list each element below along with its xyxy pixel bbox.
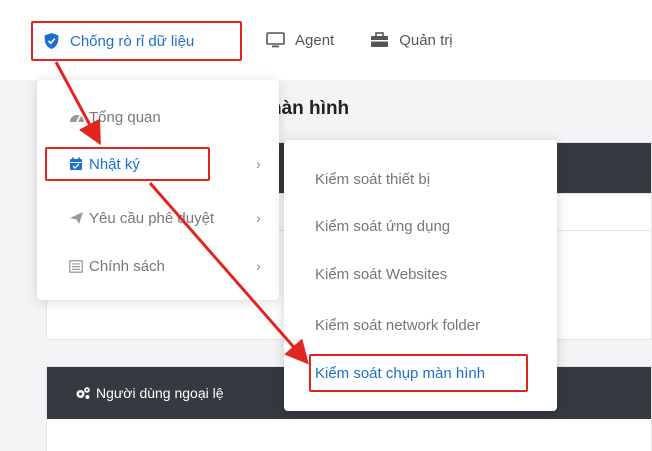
dashboard-icon — [69, 110, 85, 124]
menu-item-approval-requests[interactable]: Yêu cầu phê duyệt › — [37, 203, 279, 233]
briefcase-icon — [371, 32, 389, 47]
page-title: hàn hình — [270, 98, 350, 119]
menu-item-label: Nhật ký — [89, 155, 140, 173]
menu-item-logs[interactable]: Nhật ký › — [37, 149, 279, 179]
nav-item-admin[interactable]: Quản trị — [370, 31, 453, 49]
shield-icon — [44, 33, 59, 49]
submenu-item-device-control[interactable]: Kiểm soát thiết bị — [315, 171, 430, 188]
submenu-item-network-folder-control[interactable]: Kiểm soát network folder — [315, 317, 480, 334]
submenu-item-website-control[interactable]: Kiểm soát Websites — [315, 266, 447, 283]
submenu-item-application-control[interactable]: Kiểm soát ứng dụng — [315, 218, 450, 235]
list-icon — [69, 259, 83, 273]
menu-item-overview[interactable]: Tổng quan — [37, 102, 279, 132]
monitor-icon — [266, 32, 285, 48]
menu-item-label: Tổng quan — [89, 108, 161, 126]
nav-item-agent[interactable]: Agent — [266, 32, 334, 49]
dropdown-menu: Tổng quan Nhật ký › Yêu cầu phê duyệt › — [37, 80, 279, 300]
nav-item-label: Chống rò rỉ dữ liệu — [70, 32, 195, 50]
send-icon — [69, 211, 84, 225]
menu-item-label: Chính sách — [89, 257, 165, 275]
logs-submenu: Kiểm soát thiết bị Kiểm soát ứng dụng Ki… — [284, 140, 557, 411]
chevron-right-icon: › — [256, 210, 261, 226]
chevron-right-icon: › — [256, 156, 261, 172]
nav-item-data-loss-prevention[interactable]: Chống rò rỉ dữ liệu — [31, 21, 242, 61]
calendar-icon — [69, 157, 83, 171]
chevron-right-icon: › — [256, 258, 261, 274]
menu-item-label: Yêu cầu phê duyệt — [89, 209, 215, 227]
menu-item-policies[interactable]: Chính sách › — [37, 251, 279, 281]
nav-item-label: Agent — [295, 31, 335, 49]
section-heading: Người dùng ngoại lệ — [96, 385, 224, 401]
nav-item-label: Quản trị — [399, 31, 453, 49]
gears-icon — [76, 387, 90, 399]
submenu-item-screenshot-control[interactable]: Kiểm soát chụp màn hình — [315, 365, 485, 382]
